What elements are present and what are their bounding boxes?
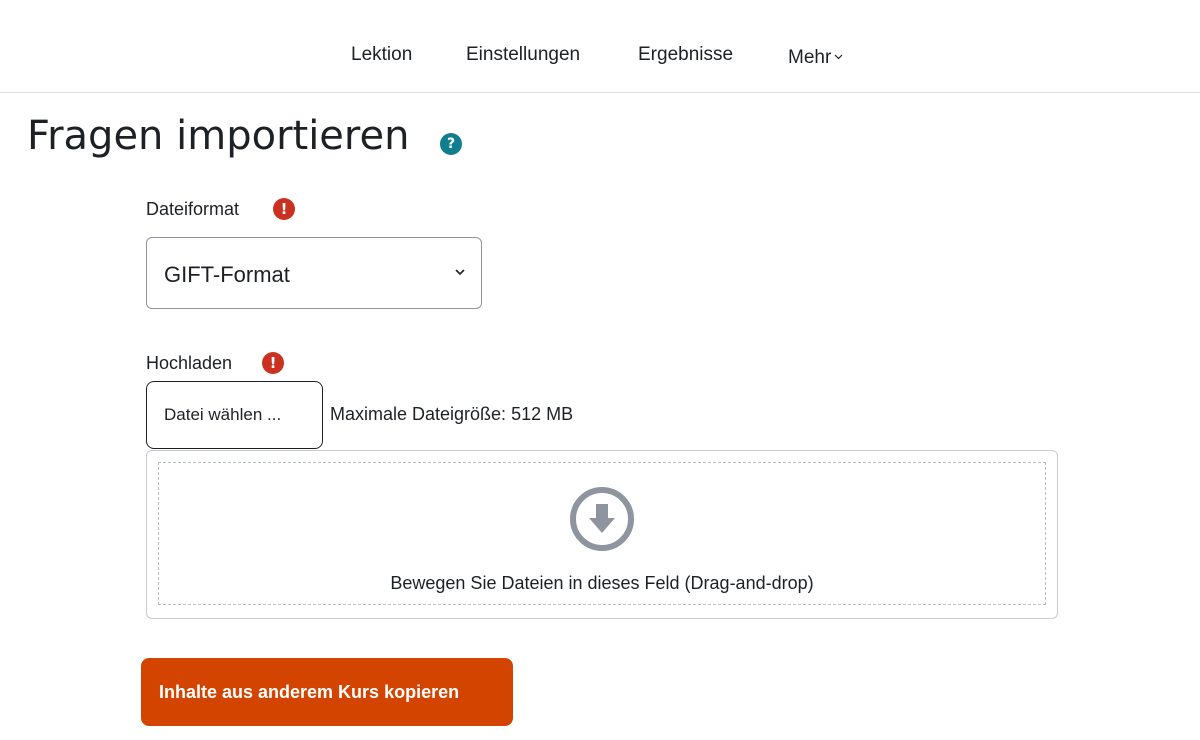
- secondary-navigation: Lektion Einstellungen Ergebnisse Mehr: [0, 0, 1200, 93]
- dateiformat-selected-value: GIFT-Format: [164, 262, 290, 287]
- dropzone-instruction: Bewegen Sie Dateien in dieses Feld (Drag…: [390, 573, 814, 593]
- required-exclamation-icon: !: [273, 198, 295, 220]
- nav-item-ergebnisse[interactable]: Ergebnisse: [638, 44, 733, 66]
- nav-item-lektion[interactable]: Lektion: [351, 44, 412, 66]
- max-file-size-text: Maximale Dateigröße: 512 MB: [330, 404, 574, 424]
- question-circle-icon[interactable]: ?: [440, 133, 462, 155]
- page-title: Fragen importieren: [27, 113, 410, 159]
- required-exclamation-icon: !: [262, 352, 284, 374]
- chevron-down-icon: [834, 44, 843, 66]
- dateiformat-label: Dateiformat: [146, 199, 240, 219]
- nav-item-mehr[interactable]: Mehr: [788, 44, 843, 69]
- hochladen-label: Hochladen: [146, 353, 233, 373]
- chevron-down-icon: [455, 269, 465, 276]
- nav-item-einstellungen[interactable]: Einstellungen: [466, 44, 580, 66]
- nav-item-mehr-label: Mehr: [788, 47, 832, 68]
- copy-content-button[interactable]: Inhalte aus anderem Kurs kopieren: [141, 658, 513, 726]
- dateiformat-select[interactable]: GIFT-Format: [146, 237, 482, 309]
- download-arrow-circle-icon: [570, 487, 634, 551]
- choose-file-button[interactable]: Datei wählen ...: [146, 381, 323, 449]
